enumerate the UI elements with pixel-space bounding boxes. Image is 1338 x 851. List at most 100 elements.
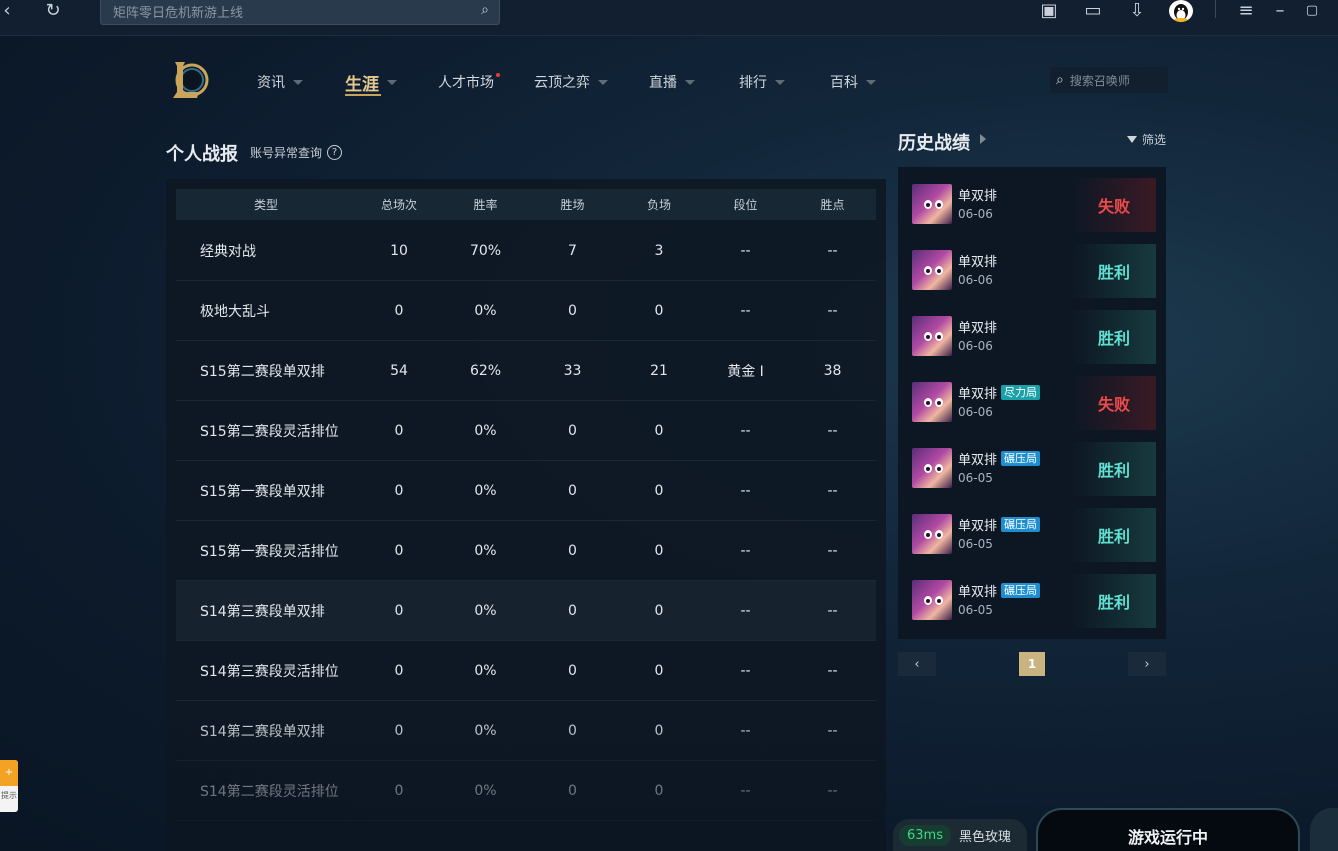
- cell-rank: --: [740, 422, 751, 439]
- match-item[interactable]: 单双排 尽力局 06-06 失败: [906, 375, 1158, 431]
- global-search-input[interactable]: 矩阵零日危机新游上线 ⌕: [100, 0, 500, 25]
- more-options-button[interactable]: [1310, 808, 1338, 851]
- chevron-left-icon: ‹: [914, 656, 920, 672]
- cell-total: 0: [394, 302, 404, 319]
- col-header-total: 总场次: [380, 198, 417, 212]
- prev-page-button[interactable]: ‹: [898, 652, 936, 676]
- champion-portrait: [912, 448, 952, 488]
- server-name: 黑色玫瑰: [958, 829, 1011, 845]
- nav-wiki[interactable]: 百科: [830, 70, 876, 94]
- match-mode: 单双排: [958, 189, 998, 204]
- champion-portrait: [912, 382, 952, 422]
- match-mode: 单双排: [958, 519, 998, 534]
- nav-live[interactable]: 直播: [649, 70, 695, 94]
- col-header-rank: 段位: [733, 198, 758, 212]
- match-result: 胜利: [1072, 574, 1156, 628]
- nav-news[interactable]: 资讯: [257, 70, 303, 94]
- network-status[interactable]: 63ms 黑色玫瑰: [893, 819, 1027, 851]
- refresh-icon[interactable]: ↻: [42, 0, 64, 21]
- match-item[interactable]: 单双排 06-06 胜利: [906, 309, 1158, 365]
- match-item[interactable]: 单双排 碾压局 06-05 胜利: [906, 573, 1158, 629]
- cell-type: 极地大乱斗: [200, 303, 270, 320]
- lol-logo[interactable]: [167, 58, 211, 102]
- chat-icon[interactable]: ▭: [1082, 0, 1104, 21]
- cell-rank: --: [740, 602, 751, 619]
- table-row: S14第二赛段灵活排位 0 0% 0 0 -- --: [176, 761, 876, 821]
- qq-avatar[interactable]: [1169, 0, 1193, 22]
- chevron-down-icon: [685, 79, 695, 85]
- table-row: S15第二赛段灵活排位 0 0% 0 0 -- --: [176, 401, 876, 461]
- chevron-right-icon[interactable]: [980, 134, 986, 144]
- history-title[interactable]: 历史战绩: [898, 129, 970, 155]
- game-running-button[interactable]: 游戏运行中: [1036, 808, 1300, 851]
- help-icon[interactable]: ?: [327, 145, 343, 160]
- cell-lp: 38: [823, 362, 842, 379]
- cell-rank: --: [740, 242, 751, 259]
- match-date: 06-05: [958, 537, 993, 551]
- page-number-button[interactable]: 1: [1019, 652, 1045, 676]
- search-icon[interactable]: ⌕: [481, 2, 489, 18]
- plus-icon: +: [0, 760, 18, 786]
- table-row: 经典对战 10 70% 7 3 -- --: [176, 221, 876, 281]
- match-date: 06-06: [958, 207, 993, 221]
- table-row: S14第三赛段灵活排位 0 0% 0 0 -- --: [176, 641, 876, 701]
- side-tip-widget[interactable]: + 提示: [0, 760, 18, 812]
- cell-losses: 0: [654, 782, 664, 799]
- cell-total: 0: [394, 542, 404, 559]
- abnormal-account-link[interactable]: 账号异常查询 ?: [250, 144, 343, 161]
- champion-portrait: [912, 250, 952, 290]
- match-tag: 尽力局: [1001, 385, 1041, 400]
- cell-winrate: 0%: [474, 722, 497, 739]
- next-page-button[interactable]: ›: [1128, 652, 1166, 676]
- cell-losses: 0: [654, 722, 664, 739]
- cell-winrate: 0%: [474, 422, 497, 439]
- nav-tft-label: 云顶之弈: [534, 75, 590, 91]
- menu-icon[interactable]: ≡: [1238, 0, 1254, 21]
- match-date: 06-05: [958, 471, 993, 485]
- nav-talent-market-label: 人才市场: [438, 75, 494, 91]
- match-result: 胜利: [1072, 310, 1156, 364]
- cell-type: S15第二赛段单双排: [200, 363, 325, 380]
- report-title: 个人战报: [166, 144, 238, 165]
- filter-button[interactable]: 筛选: [1127, 131, 1166, 148]
- table-row: 极地大乱斗 0 0% 0 0 -- --: [176, 281, 876, 341]
- nav-tft[interactable]: 云顶之弈: [534, 70, 608, 94]
- cell-losses: 0: [654, 602, 664, 619]
- nav-career[interactable]: 生涯: [345, 70, 397, 96]
- cell-lp: --: [827, 302, 838, 319]
- ping-badge: 63ms: [899, 824, 951, 846]
- match-date: 06-06: [958, 405, 993, 419]
- col-header-winrate: 胜率: [473, 198, 498, 212]
- maximize-icon[interactable]: ▢: [1304, 0, 1320, 20]
- chevron-down-icon: [598, 79, 608, 85]
- cell-losses: 0: [654, 482, 664, 499]
- minimize-icon[interactable]: –: [1272, 0, 1288, 21]
- match-mode: 单双排: [958, 387, 998, 402]
- filter-icon: [1127, 136, 1137, 143]
- match-item[interactable]: 单双排 06-06 失败: [906, 177, 1158, 233]
- cell-lp: --: [827, 422, 838, 439]
- nav-talent-market[interactable]: 人才市场: [438, 70, 500, 94]
- nav-wiki-label: 百科: [830, 75, 858, 91]
- cell-rank: --: [740, 722, 751, 739]
- table-row: S15第二赛段单双排 54 62% 33 21 黄金 I 38: [176, 341, 876, 401]
- champion-portrait: [912, 316, 952, 356]
- cell-type: S14第三赛段灵活排位: [200, 663, 339, 680]
- cell-wins: 7: [568, 242, 577, 259]
- match-item[interactable]: 单双排 06-06 胜利: [906, 243, 1158, 299]
- nav-ranking[interactable]: 排行: [739, 70, 785, 94]
- cell-rank: 黄金 I: [727, 363, 764, 380]
- cell-rank: --: [740, 782, 751, 799]
- match-item[interactable]: 单双排 碾压局 06-05 胜利: [906, 441, 1158, 497]
- summoner-search-input[interactable]: ⌕ 搜索召唤师: [1050, 67, 1168, 93]
- col-header-lp: 胜点: [820, 198, 845, 212]
- store-icon[interactable]: ▣: [1038, 0, 1060, 21]
- cell-total: 0: [394, 782, 404, 799]
- chevron-down-icon: [775, 79, 785, 85]
- download-icon[interactable]: ⇩: [1126, 0, 1148, 21]
- match-item[interactable]: 单双排 碾压局 06-05 胜利: [906, 507, 1158, 563]
- cell-rank: --: [740, 302, 751, 319]
- back-icon[interactable]: ‹: [0, 0, 14, 21]
- table-row: S15第一赛段单双排 0 0% 0 0 -- --: [176, 461, 876, 521]
- cell-type: 经典对战: [200, 243, 256, 260]
